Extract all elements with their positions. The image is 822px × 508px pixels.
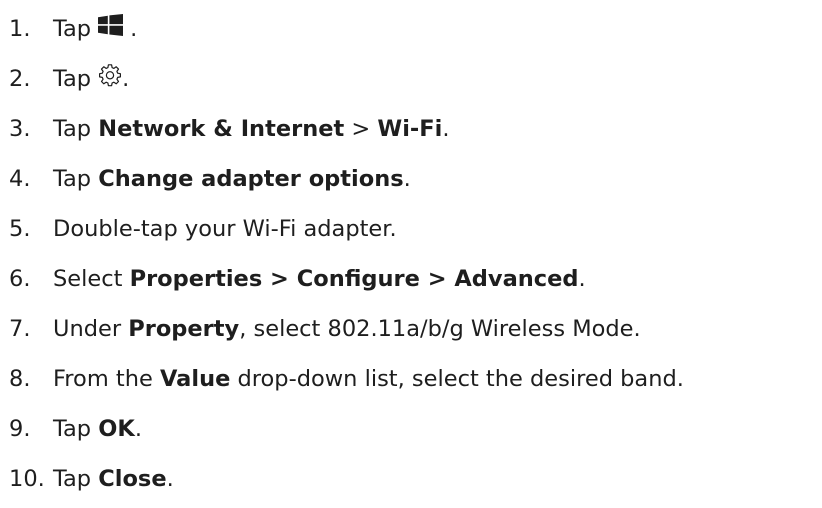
step-7: 7. Under Property, select 802.11a/b/g Wi… — [9, 304, 819, 354]
step-6: 6. Select Properties > Configure > Advan… — [9, 254, 819, 304]
instruction-list: 1. Tap. 2. Tap. 3. Tap Network & Interne… — [9, 4, 819, 504]
step-2: 2. Tap. — [9, 54, 819, 104]
step-text: Tap. — [53, 13, 138, 42]
step-text: Tap OK. — [53, 415, 142, 442]
step-4: 4. Tap Change adapter options. — [9, 154, 819, 204]
step-number: 6. — [9, 265, 31, 292]
windows-start-icon — [98, 13, 124, 41]
step-number: 10. — [9, 465, 45, 492]
step-text: From the Value drop-down list, select th… — [53, 365, 684, 392]
step-10: 10. Tap Close. — [9, 454, 819, 504]
step-number: 4. — [9, 165, 31, 192]
step-text: Tap Change adapter options. — [53, 165, 411, 192]
step-1: 1. Tap. — [9, 4, 819, 54]
step-9: 9. Tap OK. — [9, 404, 819, 454]
step-number: 9. — [9, 415, 31, 442]
step-number: 8. — [9, 365, 31, 392]
step-number: 5. — [9, 215, 31, 242]
step-5: 5. Double-tap your Wi-Fi adapter. — [9, 204, 819, 254]
step-number: 7. — [9, 315, 31, 342]
step-3: 3. Tap Network & Internet > Wi-Fi. — [9, 104, 819, 154]
step-text: Tap Close. — [53, 465, 174, 492]
step-number: 1. — [9, 15, 31, 42]
step-number: 2. — [9, 65, 31, 92]
step-text: Select Properties > Configure > Advanced… — [53, 265, 586, 292]
settings-gear-icon — [98, 63, 122, 92]
step-8: 8. From the Value drop-down list, select… — [9, 354, 819, 404]
step-number: 3. — [9, 115, 31, 142]
step-text: Tap. — [53, 63, 129, 94]
step-text: Tap Network & Internet > Wi-Fi. — [53, 115, 450, 142]
step-text: Under Property, select 802.11a/b/g Wirel… — [53, 315, 641, 342]
step-text: Double-tap your Wi-Fi adapter. — [53, 215, 397, 242]
